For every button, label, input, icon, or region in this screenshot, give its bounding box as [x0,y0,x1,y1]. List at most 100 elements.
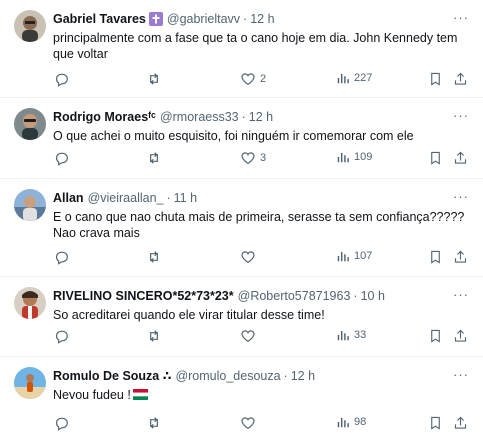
reply-button[interactable] [54,415,70,431]
views-button[interactable]: 98 [336,415,366,429]
action-bar: 107 [0,249,483,267]
bookmark-button[interactable] [428,150,443,166]
tweet-text: O que achei o muito esquisito, foi ningu… [53,129,414,143]
like-button[interactable] [240,415,260,431]
tweet[interactable]: Allan @vieiraallan_ · 11 h ··· E o cano … [0,179,483,277]
reply-button[interactable] [54,328,70,344]
tweet[interactable]: Rodrigo Moraes ᶠᶜ @rmoraess33 · 12 h ···… [0,98,483,179]
like-button[interactable] [240,328,260,344]
tweet-header: Romulo De Souza ∴ @romulo_desouza · 12 h… [53,368,475,384]
user-handle[interactable]: @vieiraallan_ [88,190,164,206]
views-icon [337,330,349,341]
more-options-icon[interactable]: ··· [453,288,469,302]
bookmark-button[interactable] [428,328,443,344]
action-bar: 3 109 [0,150,483,168]
retweet-icon [150,330,158,342]
views-icon [337,152,349,163]
views-button[interactable]: 107 [336,249,372,263]
like-button[interactable]: 2 [240,71,266,87]
more-options-icon[interactable]: ··· [453,190,469,204]
share-button[interactable] [453,415,468,431]
bookmark-icon [431,329,440,343]
tweet-text: So acreditarei quando ele virar titular … [53,308,325,322]
share-button[interactable] [453,249,468,265]
share-icon [454,250,467,263]
tweet[interactable]: Romulo De Souza ∴ @romulo_desouza · 12 h… [0,357,483,443]
bookmark-button[interactable] [428,71,443,87]
avatar[interactable] [14,287,46,319]
reply-icon [56,417,68,431]
tweet-header: Allan @vieiraallan_ · 11 h ··· [53,190,475,206]
separator-dot: · [241,110,246,124]
tweet-text-line: Nevou fudeu ! [53,387,475,404]
reply-icon [56,73,68,87]
views-button[interactable]: 109 [336,150,372,164]
reply-feed: Gabriel Tavares @gabrieltavv · 12 h ··· … [0,0,483,443]
views-button[interactable]: 227 [336,71,372,85]
reply-button[interactable] [54,150,70,166]
heart-icon [241,417,255,430]
retweet-button[interactable] [146,249,162,265]
bookmark-icon [431,72,440,86]
separator-dot: · [353,289,358,303]
view-count: 227 [354,72,373,84]
timestamp[interactable]: 12 h [250,11,274,27]
retweet-button[interactable] [146,150,162,166]
retweet-button[interactable] [146,328,162,344]
more-options-icon[interactable]: ··· [453,368,469,382]
tweet-header: RIVELINO SINCERO*52*73*23* @Roberto57871… [53,288,475,304]
like-count: 2 [260,73,267,85]
reply-button[interactable] [54,71,70,87]
timestamp[interactable]: 10 h [361,288,385,304]
heart-icon [241,73,255,86]
retweet-button[interactable] [146,415,162,431]
avatar[interactable] [14,189,46,221]
display-name[interactable]: Romulo De Souza ∴ [53,368,171,384]
bookmark-button[interactable] [428,415,443,431]
share-icon [454,329,467,342]
user-handle[interactable]: @Roberto57871963 [238,288,351,304]
separator-dot: · [166,191,171,205]
share-icon [454,416,467,429]
like-button[interactable] [240,249,260,265]
display-name[interactable]: RIVELINO SINCERO*52*73*23* [53,288,234,304]
heart-icon [241,251,255,264]
tweet-header: Rodrigo Moraes ᶠᶜ @rmoraess33 · 12 h ··· [53,109,475,125]
like-button[interactable]: 3 [240,150,266,166]
reply-icon [56,152,68,166]
bookmark-button[interactable] [428,249,443,265]
timestamp[interactable]: 12 h [249,109,273,125]
reply-button[interactable] [54,249,70,265]
reply-icon [56,330,68,344]
like-count: 3 [260,152,267,164]
display-name[interactable]: Allan [53,190,84,206]
avatar[interactable] [14,367,46,399]
name-suffix: ᶠᶜ [148,110,156,124]
tweet[interactable]: Gabriel Tavares @gabrieltavv · 12 h ··· … [0,0,483,98]
user-handle[interactable]: @gabrieltavv [167,11,240,27]
share-button[interactable] [453,150,468,166]
bookmark-icon [431,250,440,264]
flag-icon [132,388,148,404]
tweet[interactable]: RIVELINO SINCERO*52*73*23* @Roberto57871… [0,277,483,357]
more-options-icon[interactable]: ··· [453,109,469,123]
timestamp[interactable]: 11 h [174,190,197,206]
user-handle[interactable]: @romulo_desouza [175,368,280,384]
separator-dot: · [243,12,248,26]
timestamp[interactable]: 12 h [291,368,315,384]
display-name[interactable]: Rodrigo Moraes [53,109,148,125]
views-button[interactable]: 33 [336,328,366,342]
retweet-icon [150,152,158,164]
user-handle[interactable]: @rmoraess33 [160,109,239,125]
retweet-icon [150,417,158,429]
share-button[interactable] [453,71,468,87]
avatar[interactable] [14,108,46,140]
more-options-icon[interactable]: ··· [453,11,469,25]
tweet-text: principalmente com a fase que ta o cano … [53,31,461,61]
avatar[interactable] [14,10,46,42]
retweet-icon [150,73,158,85]
share-button[interactable] [453,328,468,344]
display-name[interactable]: Gabriel Tavares [53,11,146,27]
retweet-button[interactable] [146,71,162,87]
view-count: 98 [354,416,367,428]
